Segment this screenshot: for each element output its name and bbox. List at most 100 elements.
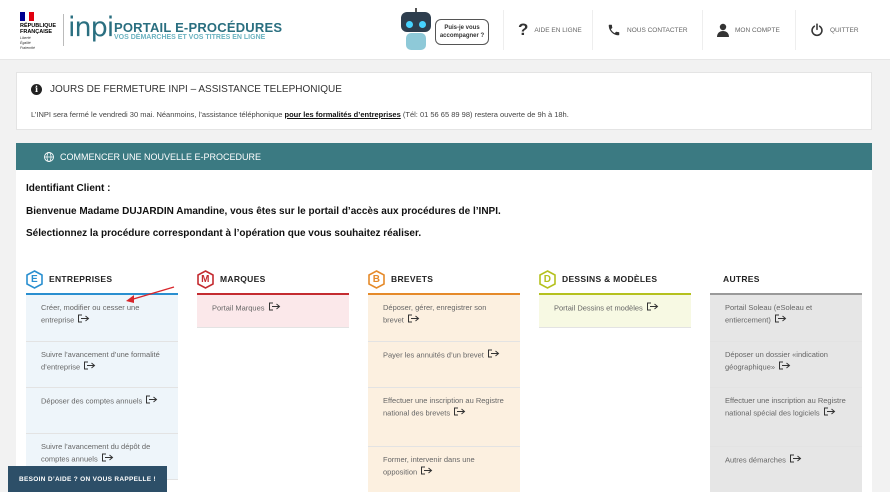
procedure-label: Suivre l’avancement du dépôt de comptes …: [41, 442, 151, 464]
external-link-icon: [77, 314, 90, 327]
annotation-arrow: [126, 286, 175, 303]
column-title: ENTREPRISES: [49, 274, 113, 284]
procedure-label: Déposer un dossier «indication géographi…: [725, 350, 828, 372]
republic-line-2: FRANÇAISE: [20, 29, 53, 35]
nav-contact-label: NOUS CONTACTER: [627, 26, 688, 34]
column-header: D DESSINS & MODÈLES: [539, 266, 691, 292]
procedure-link[interactable]: Déposer, gérer, enregistrer son brevet: [368, 295, 520, 342]
column-autres: AUTRES Portail Soleau (eSoleau et entierc…: [710, 266, 862, 492]
alert-title: JOURS DE FERMETURE INPI – ASSISTANCE TEL…: [50, 84, 342, 95]
column-title: BREVETS: [391, 274, 434, 284]
alert-text-after: (Tél: 01 56 65 89 98) restera ouverte de…: [400, 110, 569, 119]
callback-help-button[interactable]: BESOIN D’AIDE ? ON VOUS RAPPELLE !: [8, 466, 167, 492]
hexagon-letter: M: [201, 273, 210, 285]
chatbot-robot-icon[interactable]: [398, 8, 434, 52]
external-link-icon: [823, 407, 836, 420]
closure-alert: i JOURS DE FERMETURE INPI – ASSISTANCE T…: [16, 72, 872, 130]
external-link-icon: [83, 361, 96, 374]
new-procedure-banner: COMMENCER UNE NOUVELLE E-PROCEDURE: [16, 143, 872, 170]
column-title: MARQUES: [220, 274, 266, 284]
nav-contact[interactable]: NOUS CONTACTER: [592, 10, 692, 50]
question-icon: ?: [518, 20, 529, 39]
procedure-link[interactable]: Portail Marques: [197, 295, 349, 328]
nav-account-label: MON COMPTE: [735, 26, 780, 34]
column-title: AUTRES: [723, 274, 760, 284]
nav-help-label: AIDE EN LIGNE: [534, 26, 582, 34]
procedure-panel: Identifiant Client : Bienvenue Madame DU…: [16, 170, 872, 492]
procedure-link[interactable]: Payer les annuités d’un brevet: [368, 342, 520, 388]
power-icon: [810, 23, 824, 37]
external-link-icon: [268, 302, 281, 315]
external-link-icon: [407, 314, 420, 327]
external-link-icon: [774, 314, 787, 327]
procedure-link[interactable]: Autres démarches: [710, 447, 862, 492]
portal-subtitle: VOS DÉMARCHES ET VOS TITRES EN LIGNE: [114, 34, 266, 41]
header: RÉPUBLIQUE FRANÇAISE Liberté Égalité Fra…: [0, 0, 890, 60]
info-icon: i: [31, 84, 42, 95]
motto-line-2: Égalité: [20, 41, 31, 45]
motto-line-3: Fraternité: [20, 46, 35, 50]
procedure-link[interactable]: Déposer un dossier «indication géographi…: [710, 342, 862, 388]
phone-icon: [607, 23, 621, 37]
globe-icon: [44, 151, 54, 162]
nav-account[interactable]: MON COMPTE: [702, 10, 792, 50]
client-id: Identifiant Client :: [26, 183, 111, 194]
hexagon-letter-icon: D: [539, 269, 556, 289]
nav-quit-label: QUITTER: [830, 26, 859, 34]
hexagon-letter-icon: M: [197, 269, 214, 289]
procedure-label: Portail Marques: [212, 303, 265, 313]
header-separator: [63, 14, 64, 46]
column-brevets: B BREVETS Déposer, gérer, enregistrer son …: [368, 266, 520, 492]
nav-help[interactable]: ? AIDE EN LIGNE: [503, 10, 591, 50]
procedure-link[interactable]: Effectuer une inscription au Registre na…: [710, 388, 862, 447]
procedure-link[interactable]: Effectuer une inscription au Registre na…: [368, 388, 520, 447]
hexagon-letter: D: [543, 273, 552, 285]
column-dessins-mod-les: D DESSINS & MODÈLES Portail Dessins et mod…: [539, 266, 691, 328]
procedure-label: Payer les annuités d’un brevet: [383, 350, 484, 360]
chatbot-bubble[interactable]: Puis-je vous accompagner ?: [435, 19, 489, 45]
procedure-link[interactable]: Déposer des comptes annuels: [26, 388, 178, 434]
procedure-link[interactable]: Portail Soleau (eSoleau et entiercement): [710, 295, 862, 342]
user-icon: [717, 23, 729, 37]
external-link-icon: [646, 302, 659, 315]
procedure-label: Déposer, gérer, enregistrer son brevet: [383, 303, 487, 325]
external-link-icon: [778, 361, 791, 374]
motto-line-1: Liberté: [20, 36, 31, 40]
column-header: M MARQUES: [197, 266, 349, 292]
procedure-label: Effectuer une inscription au Registre na…: [383, 396, 504, 418]
column-header: AUTRES: [710, 266, 862, 292]
select-instruction: Sélectionnez la procédure correspondant …: [26, 228, 422, 239]
hexagon-letter: E: [31, 273, 38, 285]
procedure-label: Portail Dessins et modèles: [554, 303, 643, 313]
french-flag-icon: [20, 12, 35, 21]
column-header: B BREVETS: [368, 266, 520, 292]
republique-francaise-logo: RÉPUBLIQUE FRANÇAISE Liberté Égalité Fra…: [20, 12, 60, 50]
inpi-logo[interactable]: inpi: [68, 12, 114, 44]
hexagon-letter: B: [372, 273, 381, 285]
external-link-icon: [789, 454, 802, 467]
portal-title: PORTAIL E-PROCÉDURES: [114, 20, 283, 35]
procedure-link[interactable]: Portail Dessins et modèles: [539, 295, 691, 328]
alert-title-row: i JOURS DE FERMETURE INPI – ASSISTANCE T…: [31, 84, 342, 95]
procedure-label: Suivre l’avancement d’une formalité d’en…: [41, 350, 160, 372]
external-link-icon: [453, 407, 466, 420]
column-marques: M MARQUES Portail Marques: [197, 266, 349, 328]
procedure-label: Déposer des comptes annuels: [41, 396, 143, 406]
bubble-line-1: Puis-je vous: [444, 25, 480, 31]
hexagon-letter-icon: E: [26, 269, 43, 289]
external-link-icon: [420, 466, 433, 479]
external-link-icon: [487, 349, 500, 362]
procedure-link[interactable]: Suivre l’avancement d’une formalité d’en…: [26, 342, 178, 388]
nav-quit[interactable]: QUITTER: [795, 10, 885, 50]
welcome-text: Bienvenue Madame DUJARDIN Amandine, vous…: [26, 206, 501, 217]
external-link-icon: [145, 395, 158, 408]
procedure-link[interactable]: Former, intervenir dans une opposition: [368, 447, 520, 492]
external-link-icon: [101, 453, 114, 466]
alert-text: L’INPI sera fermé le vendredi 30 mai. Né…: [31, 110, 569, 119]
procedure-label: Autres démarches: [725, 455, 786, 465]
banner-title: COMMENCER UNE NOUVELLE E-PROCEDURE: [60, 151, 262, 162]
alert-link[interactable]: pour les formalités d’entreprises: [284, 110, 400, 119]
procedure-label: Portail Soleau (eSoleau et entiercement): [725, 303, 813, 325]
bubble-line-2: accompagner ?: [439, 33, 485, 39]
alert-text-before: L’INPI sera fermé le vendredi 30 mai. Né…: [31, 110, 285, 119]
